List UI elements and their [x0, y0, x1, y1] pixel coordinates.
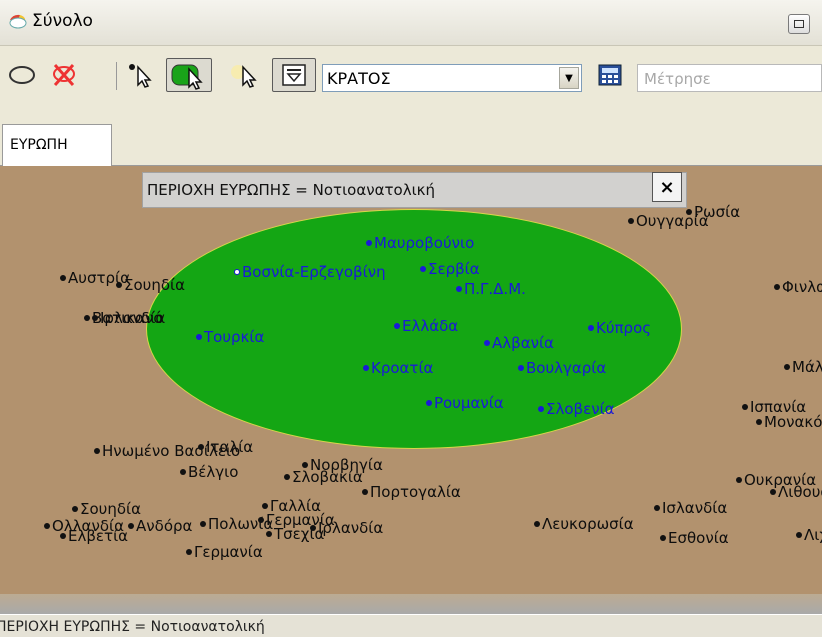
map-canvas[interactable]: ΠΕΡΙΟΧΗ ΕΥΡΩΠΗΣ = Νοτιοανατολική × Μαυρο… — [0, 166, 822, 614]
tab-label: ΕΥΡΩΠΗ — [10, 137, 68, 153]
map-point[interactable]: Φινλανδία — [774, 279, 822, 296]
highlight-select-button[interactable] — [226, 58, 266, 92]
map-point[interactable]: Σουηδία — [116, 277, 185, 294]
map-point[interactable]: Ιταλία — [198, 439, 253, 456]
map-point[interactable]: Ισλανδία — [654, 500, 727, 517]
map-point[interactable]: Λιχτενστάιν — [796, 527, 822, 544]
tab-europe[interactable]: ΕΥΡΩΠΗ — [2, 124, 112, 166]
map-point[interactable]: Ιρλανδία — [92, 310, 165, 327]
calculator-icon — [598, 64, 622, 86]
point-cursor-icon — [129, 64, 152, 88]
status-bar: ΠΕΡΙΟΧΗ ΕΥΡΩΠΗΣ = Νοτιοανατολική — [0, 614, 822, 637]
map-point[interactable]: Εσθονία — [660, 530, 729, 547]
clear-selection-icon — [53, 63, 75, 87]
map-point[interactable]: Γερμανία — [186, 544, 263, 561]
map-point-inside[interactable]: Μαυροβούνιο — [366, 235, 474, 252]
map-point[interactable]: Ουγγαρία — [628, 213, 709, 230]
close-label-button[interactable]: × — [652, 172, 682, 202]
close-icon: × — [659, 176, 675, 198]
map-point[interactable]: Πορτογαλία — [362, 484, 461, 501]
map-point-inside[interactable]: Κροατία — [363, 360, 433, 377]
app-icon — [9, 14, 27, 29]
map-point-inside[interactable]: Βουλγαρία — [518, 360, 606, 377]
map-point-inside[interactable]: Ρουμανία — [426, 395, 504, 412]
map-point[interactable]: Σουηδία — [72, 501, 141, 518]
map-point-inside[interactable]: Τουρκία — [196, 329, 264, 346]
toolbar: ΚΡΑΤΟΣ ▼ Μέτρησε — [0, 46, 822, 114]
green-area-cursor-icon — [171, 64, 203, 90]
sun-cursor-icon — [231, 65, 257, 88]
map-point-inside[interactable]: Σερβία — [420, 261, 480, 278]
map-point[interactable]: Λιθουανία — [770, 484, 822, 501]
map-point-inside[interactable]: Σλοβενία — [538, 401, 615, 418]
measure-field[interactable]: Μέτρησε — [637, 64, 822, 92]
map-point-inside[interactable]: Ελλάδα — [394, 318, 458, 335]
map-point[interactable]: Ανδόρα — [128, 518, 192, 535]
map-point-inside[interactable]: Π.Γ.Δ.Μ. — [456, 281, 526, 298]
status-text: ΠΕΡΙΟΧΗ ΕΥΡΩΠΗΣ = Νοτιοανατολική — [0, 619, 265, 635]
map-point[interactable]: Μονακό — [756, 414, 822, 431]
map-bottom-edge — [0, 594, 822, 614]
tab-strip: ΕΥΡΩΠΗ — [0, 114, 822, 166]
toolbar-separator — [116, 62, 117, 90]
selection-info-label: ΠΕΡΙΟΧΗ ΕΥΡΩΠΗΣ = Νοτιοανατολική — [142, 172, 687, 208]
filter-button[interactable] — [272, 58, 316, 92]
map-point-inside[interactable]: Αλβανία — [484, 335, 554, 352]
area-select-button[interactable] — [166, 58, 212, 92]
map-point[interactable]: Σλοβακία — [284, 469, 363, 486]
oval-select-icon — [9, 66, 35, 84]
funnel-icon — [282, 64, 306, 86]
measure-placeholder: Μέτρησε — [644, 70, 711, 88]
point-select-button[interactable] — [124, 58, 160, 92]
calculator-button[interactable] — [592, 58, 628, 92]
title-bar: Σύνολο — [0, 0, 822, 46]
restore-button[interactable] — [788, 14, 810, 34]
map-point[interactable]: Μάλτα — [784, 359, 822, 376]
map-point[interactable]: Βέλγιο — [180, 464, 238, 481]
map-point[interactable]: Ιρλανδία — [310, 520, 383, 537]
map-point[interactable]: Λευκορωσία — [534, 516, 634, 533]
window-title: Σύνολο — [32, 11, 93, 31]
layer-combobox[interactable]: ΚΡΑΤΟΣ ▼ — [322, 64, 582, 92]
clear-selection-button[interactable] — [46, 58, 82, 92]
selection-info-text: ΠΕΡΙΟΧΗ ΕΥΡΩΠΗΣ = Νοτιοανατολική — [147, 181, 435, 199]
layer-combobox-value: ΚΡΑΤΟΣ — [327, 69, 391, 88]
map-point[interactable]: Ελβετία — [60, 528, 128, 545]
map-point-inside[interactable]: Βοσνία-Ερζεγοβίνη — [234, 264, 386, 281]
chevron-down-icon[interactable]: ▼ — [559, 67, 579, 89]
map-point-inside[interactable]: Κύπρος — [588, 320, 651, 337]
lasso-select-button[interactable] — [4, 58, 40, 92]
